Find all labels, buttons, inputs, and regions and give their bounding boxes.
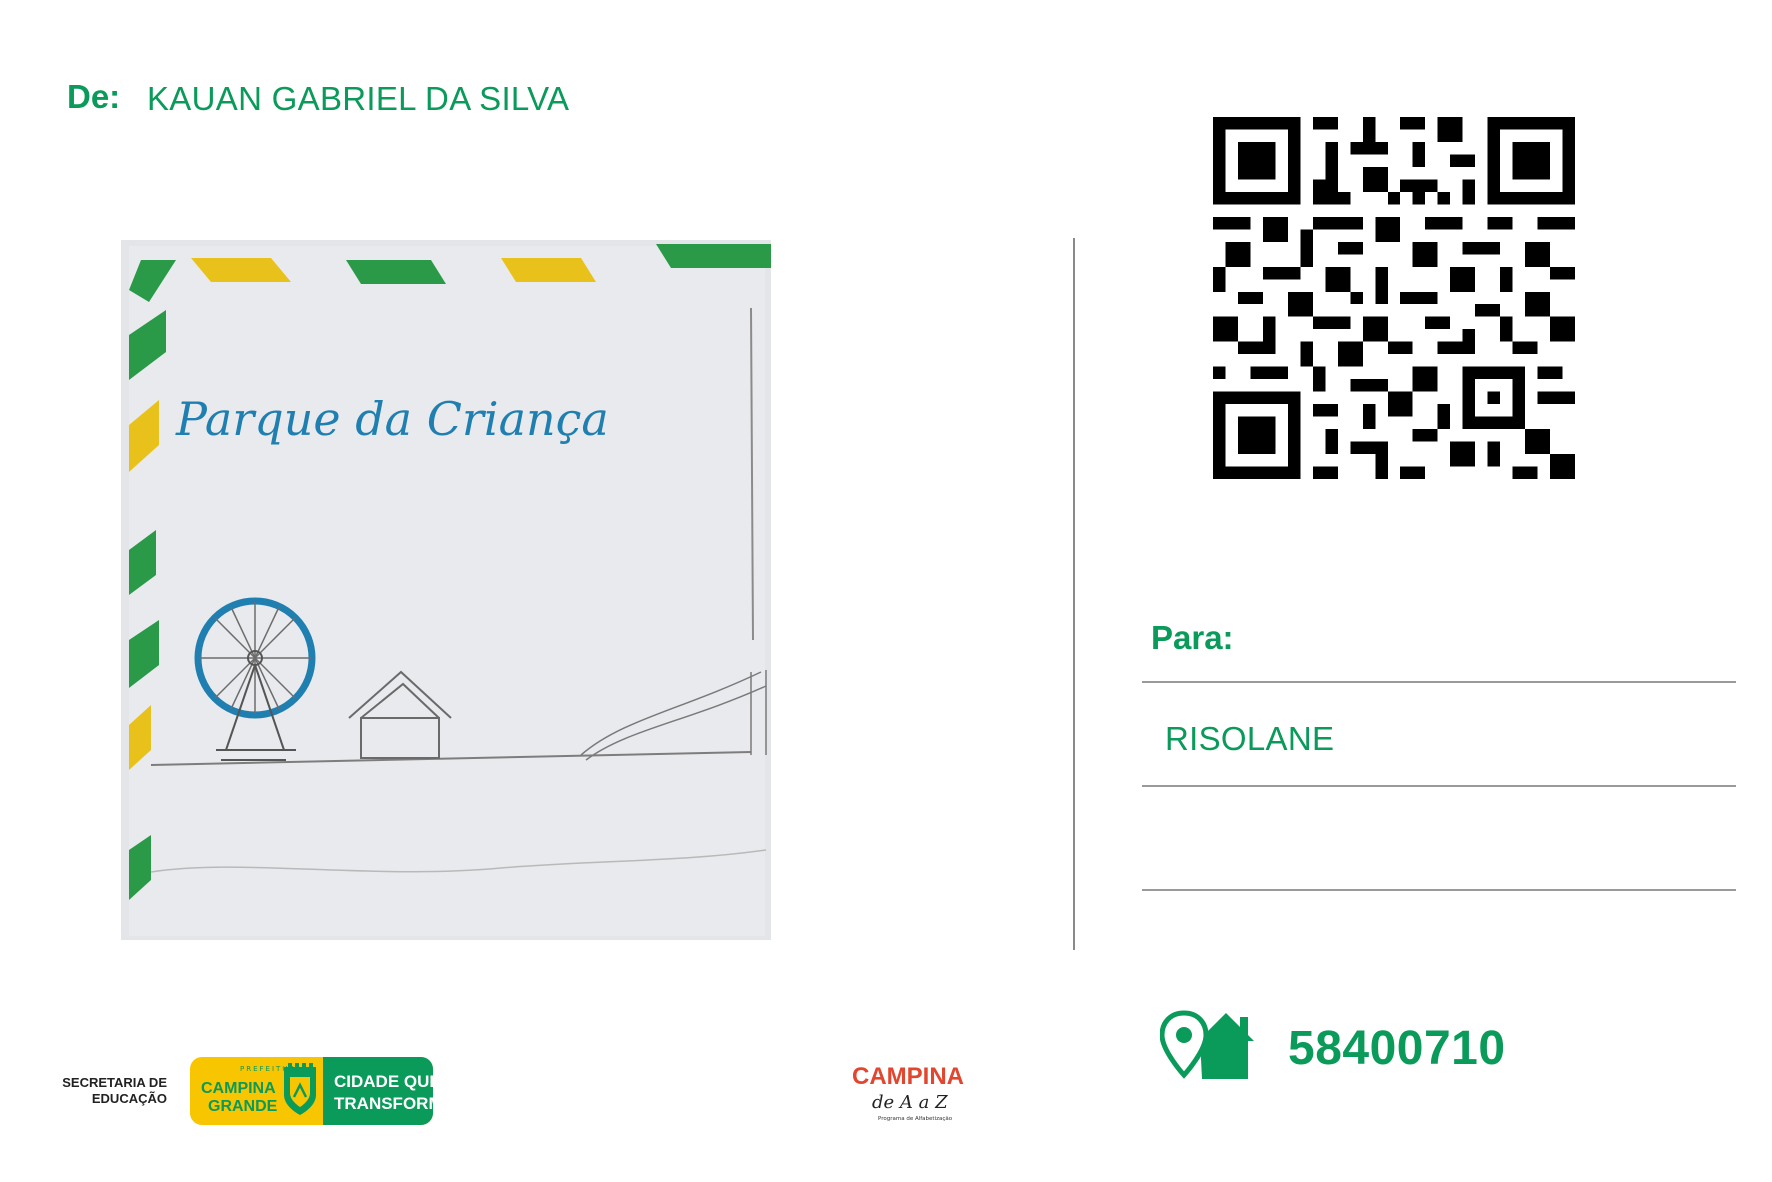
program-name: CAMPINA: [852, 1063, 964, 1090]
house-location-icon: [1160, 1010, 1254, 1079]
qr-code: [1213, 117, 1575, 479]
from-label: De:: [67, 78, 121, 115]
secretaria-line1: SECRETARIA DE: [62, 1075, 167, 1090]
slogan-line2: TRANSFORMA: [334, 1094, 433, 1113]
address-line: [1142, 681, 1736, 683]
sender-name: KAUAN GABRIEL DA SILVA: [147, 80, 570, 117]
recipient-name: RISOLANE: [1165, 720, 1335, 757]
secretaria-educacao-text: SECRETARIA DE EDUCAÇÃO: [55, 1075, 167, 1107]
prefeitura-campina-grande-logo: PREFEITURA CAMPINA GRANDE CIDADE QUE TRA…: [190, 1057, 433, 1125]
program-tagline: de A a Z: [872, 1092, 948, 1113]
address-line: [1142, 785, 1736, 787]
slogan-line1: CIDADE QUE: [334, 1072, 433, 1091]
prefeitura-city-line1: CAMPINA: [201, 1080, 276, 1097]
campina-de-a-a-z-logo: CAMPINA de A a Z Programa de Alfabetizaç…: [852, 1063, 964, 1122]
program-subtitle: Programa de Alfabetização: [878, 1116, 953, 1122]
child-drawing-photo: Parque da Criança: [121, 240, 771, 940]
prefeitura-city-line2: GRANDE: [208, 1098, 278, 1115]
drawing-title-text: Parque da Criança: [175, 392, 609, 446]
secretaria-line2: EDUCAÇÃO: [91, 1091, 167, 1106]
address-line: [1142, 889, 1736, 891]
to-label: Para:: [1151, 619, 1234, 656]
vertical-divider: [1073, 238, 1075, 950]
postal-code: 58400710: [1288, 1022, 1506, 1075]
